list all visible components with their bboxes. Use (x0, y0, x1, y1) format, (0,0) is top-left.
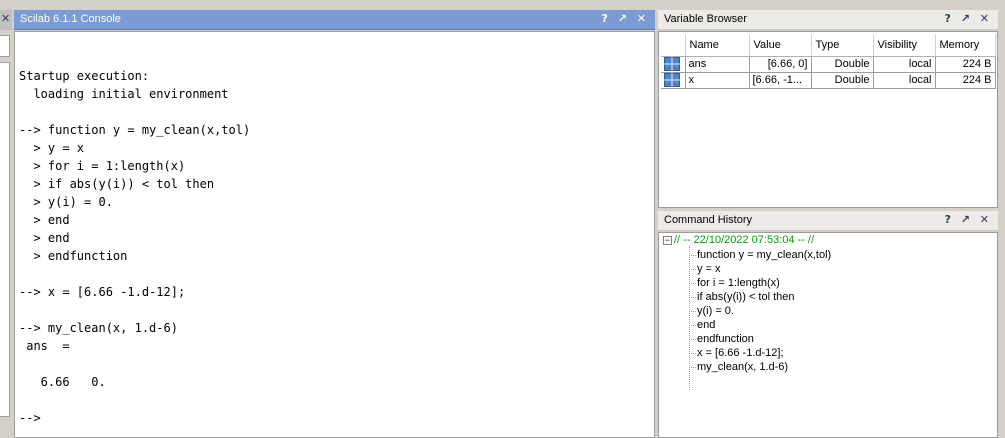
file-browser-path-field[interactable] (0, 35, 10, 57)
variable-name: x (685, 72, 750, 89)
matrix-icon (661, 56, 686, 73)
console-panel: Scilab 6.1.1 Console ? ↗ ✕ Startup execu… (14, 10, 655, 438)
command-history-titlebar[interactable]: Command History ? ↗ ✕ (658, 211, 998, 231)
command-history-title: Command History (664, 214, 753, 226)
file-browser-list[interactable] (0, 62, 10, 417)
variable-browser-window-buttons[interactable]: ? ↗ ✕ (945, 12, 992, 25)
history-item[interactable]: function y = my_clean(x,tol) (689, 248, 831, 262)
column-header-visibility[interactable]: Visibility (873, 34, 936, 57)
console-output: Startup execution: loading initial envir… (19, 69, 251, 425)
history-item[interactable]: if abs(y(i)) < tol then (689, 290, 831, 304)
variable-name: ans (685, 56, 750, 73)
history-item[interactable]: end (689, 318, 831, 332)
variable-value: [6.66, 0] (749, 56, 812, 73)
history-item[interactable]: x = [6.66 -1.d-12]; (689, 346, 831, 360)
file-browser-titlebar: ✕ (0, 10, 12, 30)
scilab-desktop: ✕ Scilab 6.1.1 Console ? ↗ ✕ Startup exe… (0, 0, 1005, 438)
history-item[interactable]: y(i) = 0. (689, 304, 831, 318)
variable-memory: 224 B (935, 56, 996, 73)
history-item[interactable]: y = x (689, 262, 831, 276)
variable-type: Double (811, 72, 874, 89)
variable-table: Name Value Type Visibility Memory ans [6… (661, 34, 996, 89)
variable-browser-title: Variable Browser (664, 13, 747, 25)
table-row[interactable]: ans [6.66, 0] Double local 224 B (661, 56, 996, 73)
column-header-memory[interactable]: Memory (935, 34, 996, 57)
command-history-window-buttons[interactable]: ? ↗ ✕ (945, 213, 992, 226)
console-titlebar[interactable]: Scilab 6.1.1 Console ? ↗ ✕ (14, 10, 655, 30)
history-items: function y = my_clean(x,tol) y = x for i… (689, 248, 831, 374)
variable-browser-panel: Variable Browser ? ↗ ✕ Name Value Type V… (658, 10, 998, 208)
console-title: Scilab 6.1.1 Console (20, 13, 121, 25)
console-window-buttons[interactable]: ? ↗ ✕ (602, 12, 649, 25)
command-history-panel: Command History ? ↗ ✕ −// -- 22/10/2022 … (658, 211, 998, 438)
table-row[interactable]: x [6.66, -1... Double local 224 B (661, 72, 996, 89)
variable-value: [6.66, -1... (749, 72, 812, 89)
column-header-value[interactable]: Value (749, 34, 812, 57)
variable-browser-titlebar[interactable]: Variable Browser ? ↗ ✕ (658, 10, 998, 30)
history-item[interactable]: endfunction (689, 332, 831, 346)
command-history-tree[interactable]: −// -- 22/10/2022 07:53:04 -- // functio… (658, 232, 998, 438)
console-output-area[interactable]: Startup execution: loading initial envir… (14, 31, 655, 438)
variable-visibility: local (873, 56, 936, 73)
close-icon[interactable]: ✕ (1, 12, 10, 25)
history-session-label: // -- 22/10/2022 07:53:04 -- // (674, 234, 815, 246)
variable-browser-table-area: Name Value Type Visibility Memory ans [6… (658, 31, 998, 208)
variable-visibility: local (873, 72, 936, 89)
icon-column-header[interactable] (661, 34, 686, 57)
file-browser-collapsed-pane: ✕ (0, 10, 12, 438)
history-item[interactable]: my_clean(x, 1.d-6) (689, 360, 831, 374)
column-header-name[interactable]: Name (685, 34, 750, 57)
tree-guide-line (689, 246, 690, 390)
variable-memory: 224 B (935, 72, 996, 89)
variable-type: Double (811, 56, 874, 73)
collapse-icon[interactable]: − (663, 235, 672, 245)
history-session-node[interactable]: −// -- 22/10/2022 07:53:04 -- // (663, 234, 814, 246)
history-item[interactable]: for i = 1:length(x) (689, 276, 831, 290)
matrix-icon (661, 72, 686, 89)
column-header-type[interactable]: Type (811, 34, 874, 57)
